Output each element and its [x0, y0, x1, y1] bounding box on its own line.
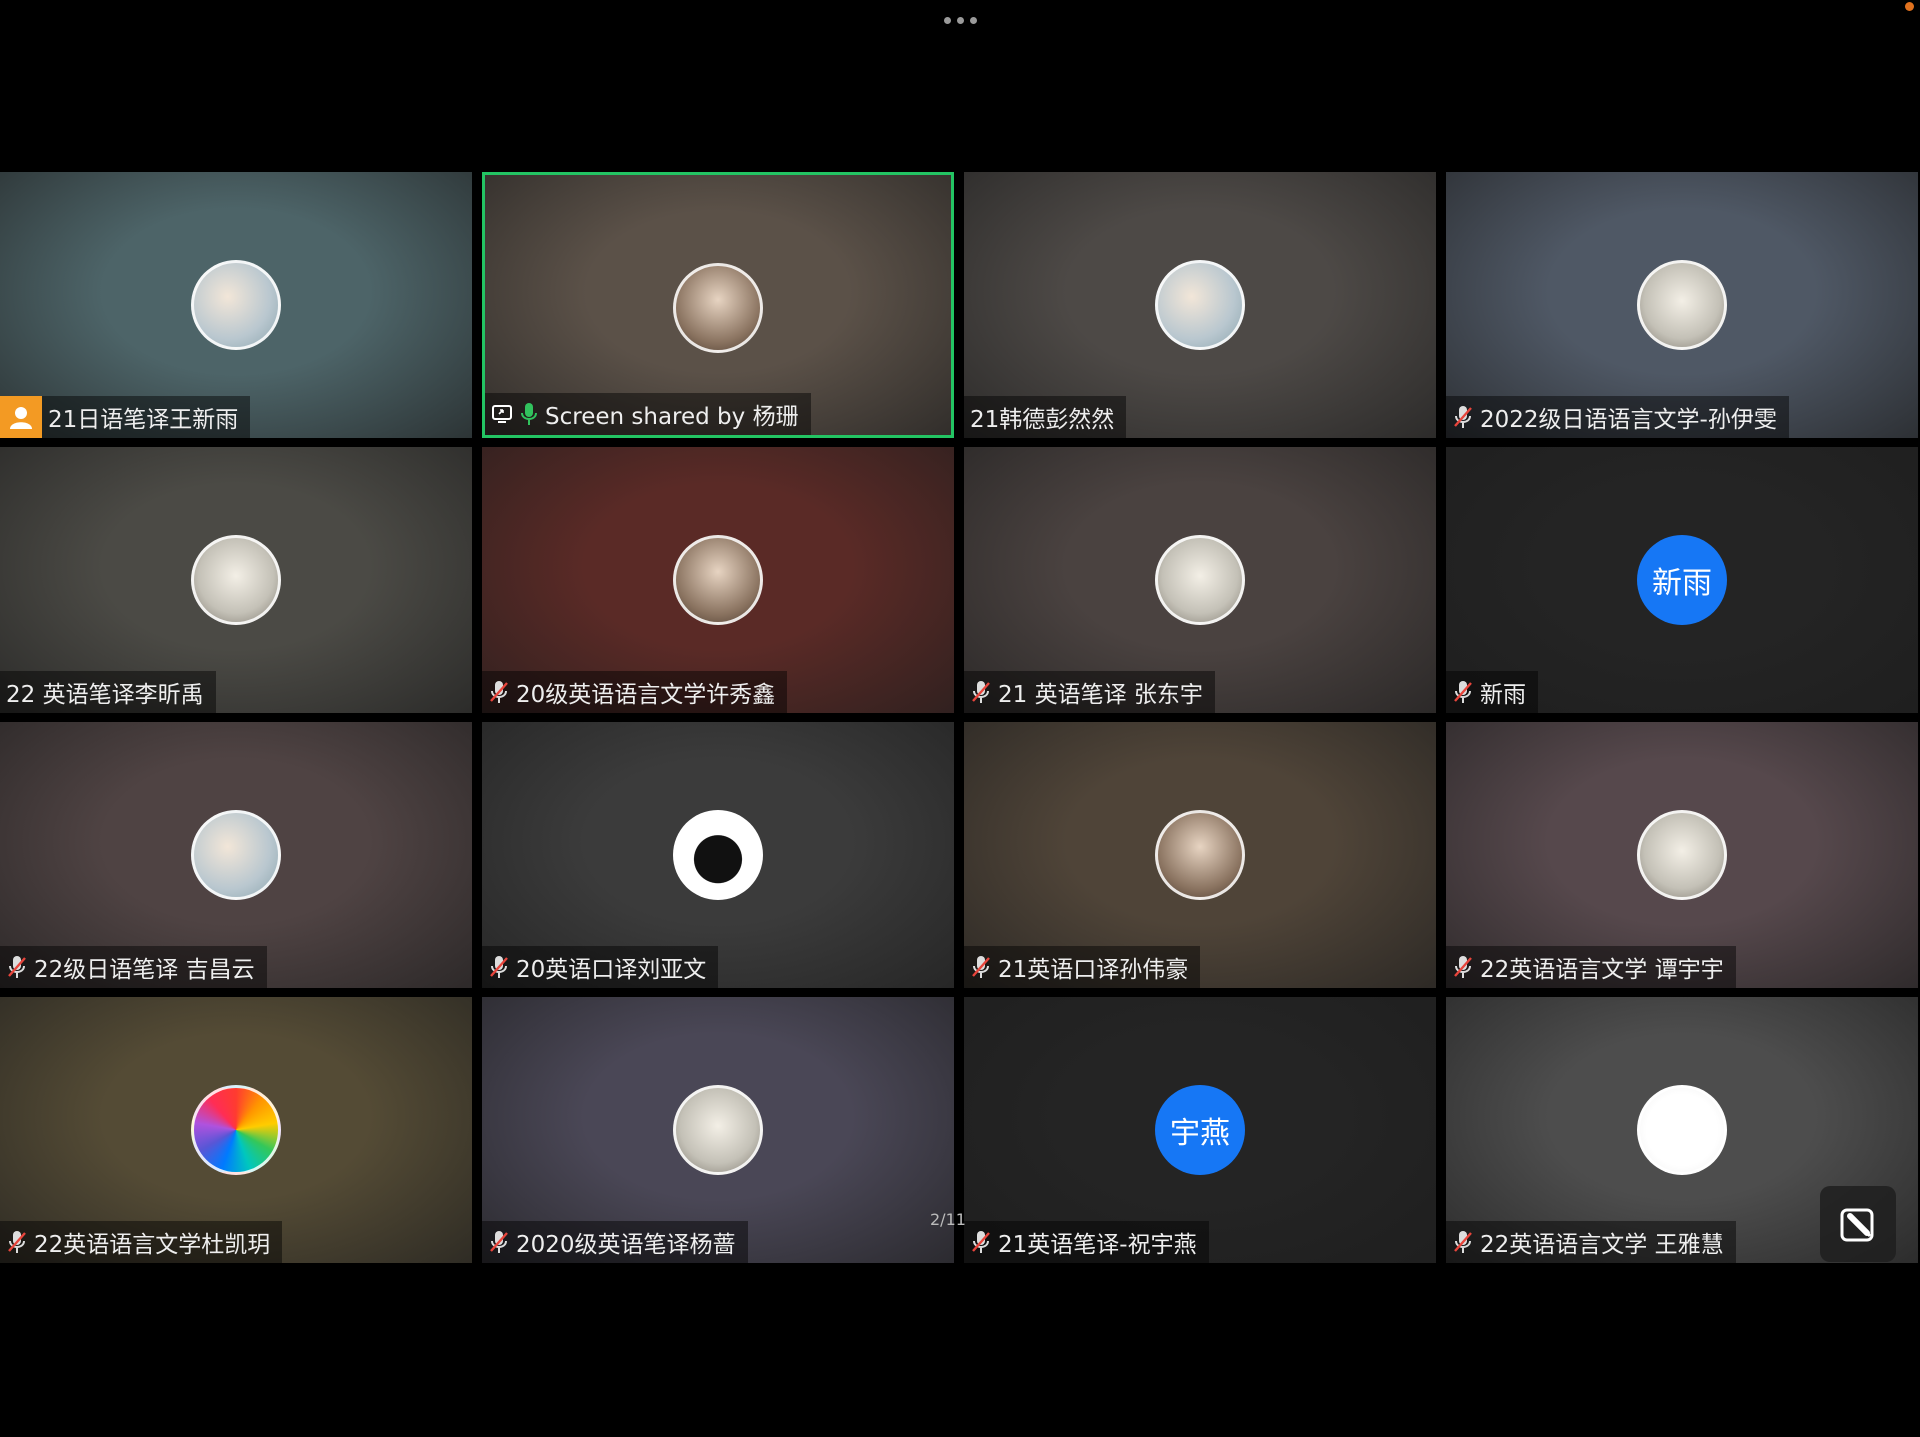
microphone-muted-icon — [1452, 954, 1474, 980]
name-tag: 22英语语言文学 谭宇宇 — [1446, 946, 1736, 988]
avatar — [191, 535, 281, 625]
microphone-muted-icon — [6, 1229, 28, 1255]
participant-tile[interactable]: Screen shared by 杨珊 — [482, 172, 954, 438]
participant-tile[interactable]: 22英语语言文学 谭宇宇 — [1446, 722, 1918, 988]
name-tag: 22英语语言文学杜凯玥 — [0, 1221, 283, 1263]
avatar — [673, 1085, 763, 1175]
page-indicator: 2/11 — [930, 1210, 966, 1229]
avatar — [1637, 260, 1727, 350]
microphone-muted-icon — [970, 954, 992, 980]
name-tag: 20英语口译刘亚文 — [482, 946, 719, 988]
name-tag: 22级日语笔译 吉昌云 — [0, 946, 267, 988]
avatar — [673, 263, 763, 353]
microphone-muted-icon — [970, 1229, 992, 1255]
name-tag: 21韩德彭然然 — [964, 396, 1127, 438]
participant-name: Screen shared by 杨珊 — [545, 404, 799, 430]
edit-icon — [1840, 1208, 1874, 1242]
avatar — [191, 260, 281, 350]
participant-name: 21英语口译孙伟豪 — [998, 957, 1189, 983]
microphone-muted-icon — [488, 679, 510, 705]
participant-name: 22级日语笔译 吉昌云 — [34, 957, 255, 983]
microphone-muted-icon — [970, 679, 992, 705]
avatar — [191, 810, 281, 900]
participant-tile[interactable]: 2022级日语语言文学-孙伊雯 — [1446, 172, 1918, 438]
participant-tile[interactable]: 22英语语言文学杜凯玥 — [0, 997, 472, 1263]
annotate-button[interactable] — [1820, 1186, 1896, 1262]
screen-share-icon — [491, 403, 513, 425]
host-icon — [0, 396, 42, 438]
name-tag: 21日语笔译王新雨 — [0, 396, 251, 438]
participant-name: 21韩德彭然然 — [970, 407, 1115, 433]
participant-name: 新雨 — [1480, 682, 1526, 708]
status-dot — [1905, 2, 1914, 11]
microphone-muted-icon — [1452, 679, 1474, 705]
participant-tile[interactable]: 21 英语笔译 张东宇 — [964, 447, 1436, 713]
participant-name: 21日语笔译王新雨 — [48, 407, 239, 433]
participant-name: 20级英语语言文学许秀鑫 — [516, 682, 776, 708]
more-options-icon[interactable] — [936, 12, 984, 28]
avatar — [673, 810, 763, 900]
participant-tile[interactable]: 宇燕 21英语笔译-祝宇燕 — [964, 997, 1436, 1263]
name-tag: 22 英语笔译李昕禹 — [0, 671, 216, 713]
participant-name: 20英语口译刘亚文 — [516, 957, 707, 983]
avatar: 宇燕 — [1155, 1085, 1245, 1175]
microphone-muted-icon — [6, 954, 28, 980]
microphone-muted-icon — [1452, 1229, 1474, 1255]
participant-name: 22英语语言文学 王雅慧 — [1480, 1232, 1724, 1258]
avatar — [1155, 260, 1245, 350]
participant-tile[interactable]: 21韩德彭然然 — [964, 172, 1436, 438]
microphone-muted-icon — [488, 954, 510, 980]
participant-name: 22英语语言文学 谭宇宇 — [1480, 957, 1724, 983]
participant-tile[interactable]: 21英语口译孙伟豪 — [964, 722, 1436, 988]
avatar — [191, 1085, 281, 1175]
participant-tile[interactable]: 新雨 新雨 — [1446, 447, 1918, 713]
participant-name: 22 英语笔译李昕禹 — [6, 682, 204, 708]
participant-name: 2020级英语笔译杨蔷 — [516, 1232, 736, 1258]
name-tag: 22英语语言文学 王雅慧 — [1446, 1221, 1736, 1263]
participant-tile[interactable]: 20英语口译刘亚文 — [482, 722, 954, 988]
name-tag: Screen shared by 杨珊 — [485, 393, 811, 435]
avatar: 新雨 — [1637, 535, 1727, 625]
participant-name: 21英语笔译-祝宇燕 — [998, 1232, 1197, 1258]
name-tag: 2020级英语笔译杨蔷 — [482, 1221, 748, 1263]
avatar — [1637, 810, 1727, 900]
participant-tile[interactable]: 22 英语笔译李昕禹 — [0, 447, 472, 713]
avatar — [1155, 535, 1245, 625]
avatar — [673, 535, 763, 625]
name-tag: 21 英语笔译 张东宇 — [964, 671, 1215, 713]
name-tag: 21英语笔译-祝宇燕 — [964, 1221, 1209, 1263]
name-tag: 20级英语语言文学许秀鑫 — [482, 671, 788, 713]
name-tag: 新雨 — [1446, 671, 1538, 713]
microphone-muted-icon — [1452, 404, 1474, 430]
participant-grid: 21日语笔译王新雨 Screen shared by 杨珊 21韩德彭然然 2022级… — [0, 172, 1920, 1264]
microphone-muted-icon — [488, 1229, 510, 1255]
participant-tile[interactable]: 20级英语语言文学许秀鑫 — [482, 447, 954, 713]
avatar — [1155, 810, 1245, 900]
participant-tile[interactable]: 21日语笔译王新雨 — [0, 172, 472, 438]
name-tag: 2022级日语语言文学-孙伊雯 — [1446, 396, 1789, 438]
name-tag: 21英语口译孙伟豪 — [964, 946, 1201, 988]
avatar — [1637, 1085, 1727, 1175]
participant-name: 21 英语笔译 张东宇 — [998, 682, 1203, 708]
participant-tile[interactable]: 22级日语笔译 吉昌云 — [0, 722, 472, 988]
participant-name: 2022级日语语言文学-孙伊雯 — [1480, 407, 1777, 433]
participant-tile[interactable]: 2020级英语笔译杨蔷 — [482, 997, 954, 1263]
participant-name: 22英语语言文学杜凯玥 — [34, 1232, 271, 1258]
microphone-on-icon — [519, 401, 539, 427]
